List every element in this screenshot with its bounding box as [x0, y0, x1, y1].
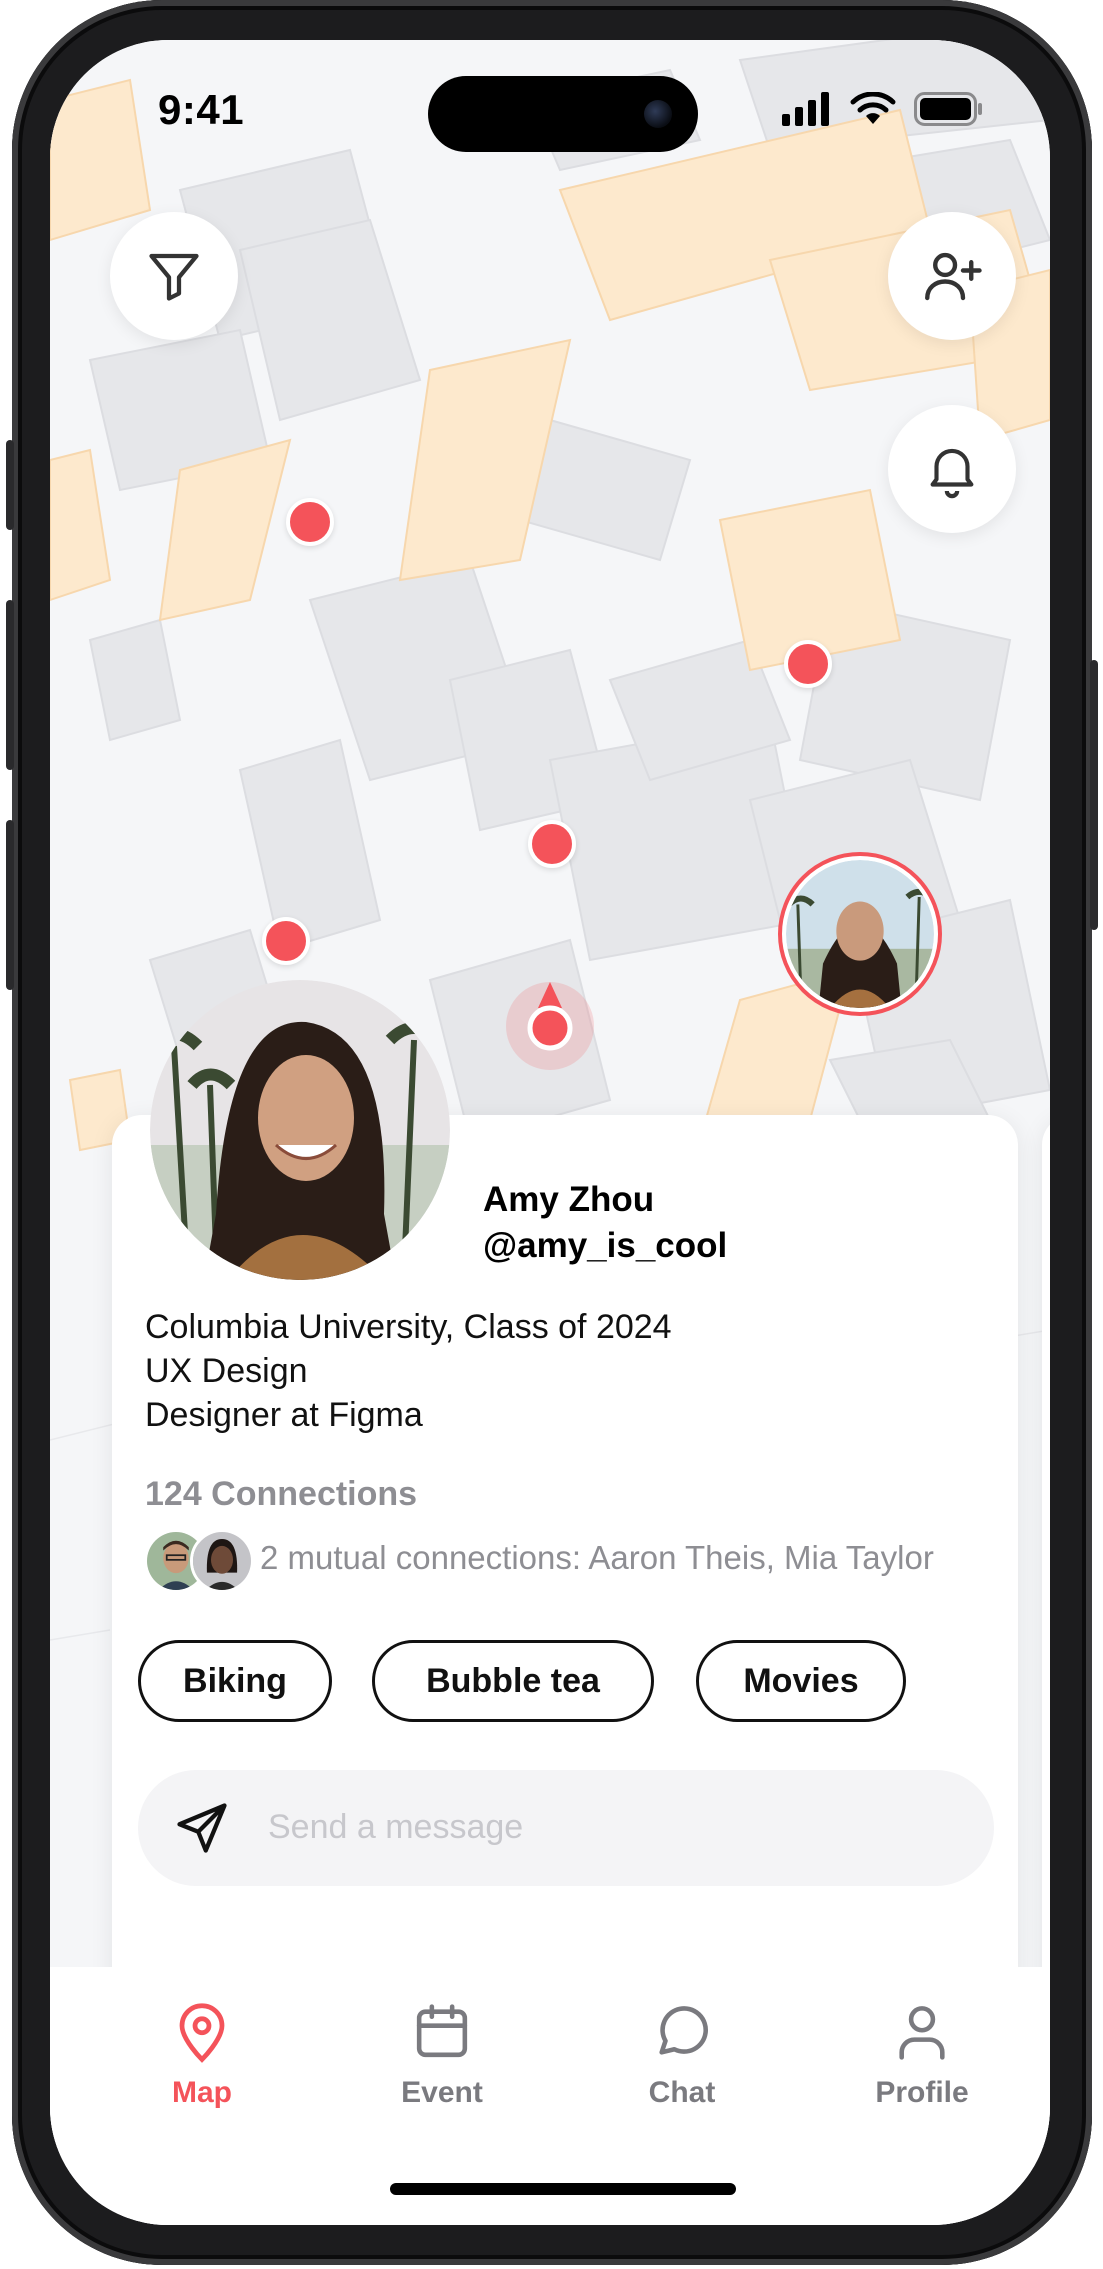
wifi-icon	[850, 92, 896, 124]
avatar-photo	[786, 860, 934, 1008]
connections-count[interactable]: 124 Connections	[145, 1475, 417, 1514]
notifications-button[interactable]	[888, 405, 1016, 533]
tab-label-chat: Chat	[648, 2076, 716, 2109]
profile-handle: @amy_is_cool	[483, 1226, 728, 1265]
message-input[interactable]: Send a message	[138, 1770, 994, 1886]
avatar-photo	[193, 1532, 251, 1590]
add-friend-button[interactable]	[888, 212, 1016, 340]
tab-label-profile: Profile	[875, 2076, 969, 2109]
map-pin-dot[interactable]	[262, 917, 310, 965]
camera-icon	[644, 100, 672, 128]
mutual-avatar	[190, 1529, 254, 1593]
nearby-user-avatar[interactable]	[778, 852, 942, 1016]
profile-job: Designer at Figma	[145, 1396, 423, 1434]
profile-name: Amy Zhou	[483, 1180, 655, 1219]
current-location-marker[interactable]	[502, 978, 598, 1074]
tab-label-event: Event	[401, 2076, 483, 2109]
message-placeholder: Send a message	[268, 1808, 524, 1846]
mutual-connections-text[interactable]: 2 mutual connections: Aaron Theis, Mia T…	[260, 1539, 934, 1577]
mutual-avatars[interactable]	[144, 1529, 254, 1593]
map-pin-dot[interactable]	[784, 640, 832, 688]
interest-chip[interactable]: Movies	[696, 1640, 906, 1722]
interest-chip[interactable]: Bubble tea	[372, 1640, 654, 1722]
map-pin-icon	[179, 2003, 225, 2063]
tab-label-map: Map	[172, 2076, 232, 2109]
filter-button[interactable]	[110, 212, 238, 340]
tab-event[interactable]: Event	[362, 1999, 522, 2110]
tab-map[interactable]: Map	[122, 1999, 282, 2110]
interest-chip[interactable]: Biking	[138, 1640, 332, 1722]
side-button	[6, 440, 14, 530]
dynamic-island	[428, 76, 698, 152]
phone-frame: 9:41 Amy Zhou @amy_is_cool Columbia Univ…	[6, 0, 1098, 2265]
filter-icon	[149, 253, 199, 301]
status-time: 9:41	[158, 86, 245, 133]
person-plus-icon	[925, 252, 982, 301]
map-pin-dot[interactable]	[286, 498, 334, 546]
status-icons	[782, 92, 984, 126]
avatar-photo	[150, 980, 450, 1280]
volume-down-button	[6, 820, 14, 990]
calendar-icon	[416, 2004, 468, 2058]
cellular-signal-icon	[782, 92, 829, 126]
next-card-peek[interactable]	[1042, 1115, 1050, 2115]
profile-avatar[interactable]	[150, 980, 450, 1280]
user-icon	[899, 2006, 945, 2060]
tab-chat[interactable]: Chat	[602, 1999, 762, 2110]
screen: 9:41 Amy Zhou @amy_is_cool Columbia Univ…	[50, 40, 1050, 2225]
tab-profile[interactable]: Profile	[842, 1999, 1002, 2110]
home-indicator[interactable]	[390, 2183, 736, 2195]
bell-icon	[930, 448, 974, 499]
profile-major: UX Design	[145, 1352, 308, 1390]
profile-school: Columbia University, Class of 2024	[145, 1308, 672, 1346]
tab-bar: Map Event Chat Profile	[50, 1967, 1050, 2225]
power-button	[1090, 660, 1098, 930]
send-icon[interactable]	[172, 1798, 232, 1858]
chat-bubble-icon	[659, 2006, 708, 2055]
battery-icon	[914, 92, 982, 126]
status-bar: 9:41	[50, 40, 1050, 190]
volume-up-button	[6, 600, 14, 770]
map-pin-dot[interactable]	[528, 820, 576, 868]
